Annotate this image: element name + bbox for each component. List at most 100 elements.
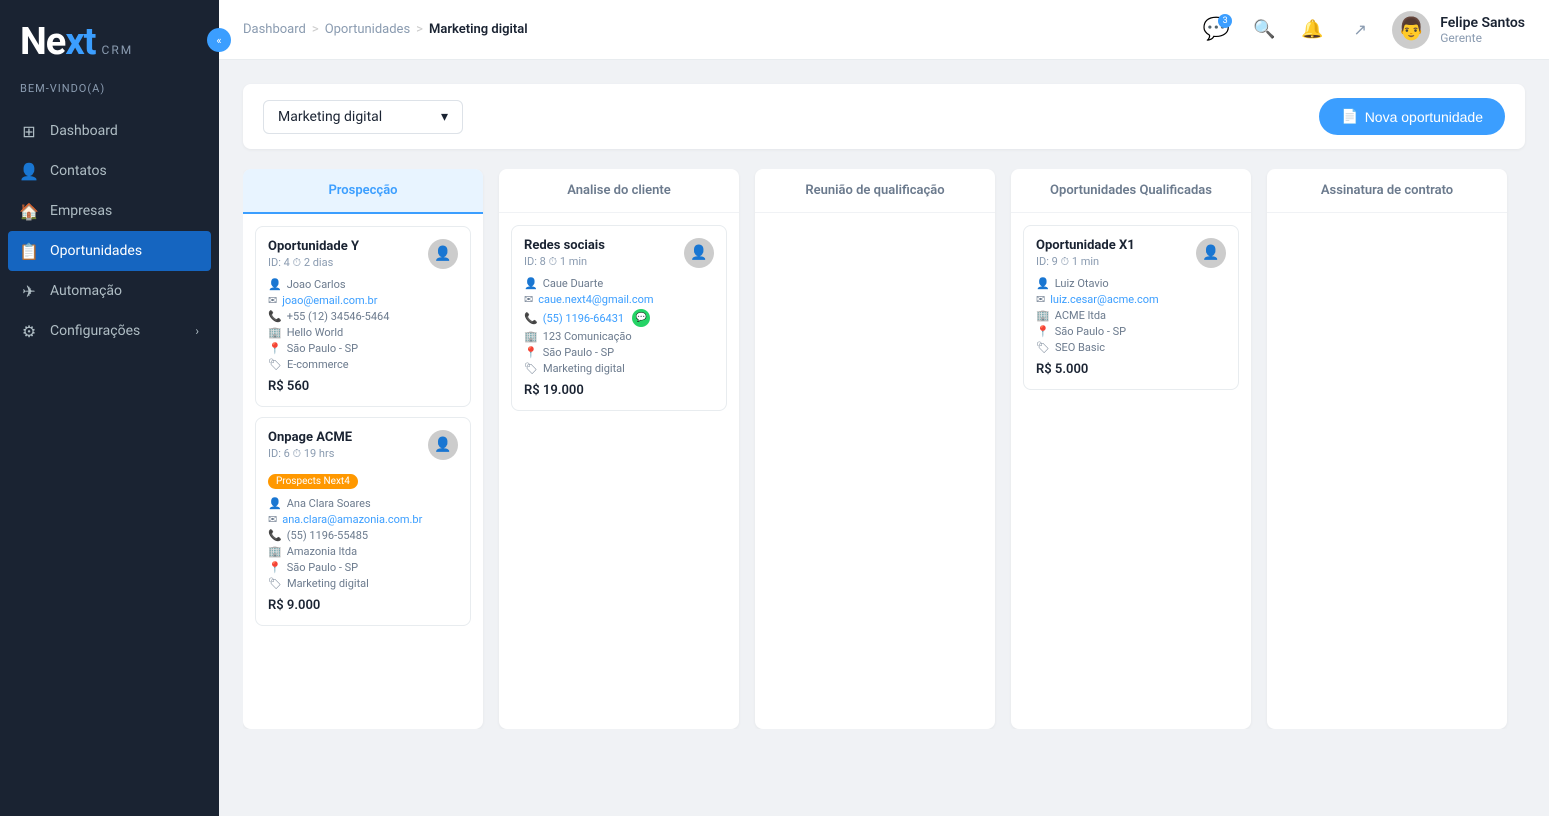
card-onpage-acme[interactable]: Onpage ACME ID: 6 ⏱ 19 hrs 👤 Prospects N… — [255, 417, 471, 626]
column-analise: Analise do cliente Redes sociais ID: 8 ⏱… — [499, 169, 739, 729]
card-email-link[interactable]: caue.next4@gmail.com — [538, 293, 653, 306]
pipeline-dropdown[interactable]: Marketing digital ▾ — [263, 100, 463, 134]
card-location-text: São Paulo - SP — [287, 342, 358, 355]
card-tag-text: Marketing digital — [287, 577, 369, 590]
card-id-text: ID: 9 ⏱ 1 min — [1036, 255, 1099, 269]
card-location: 📍 São Paulo - SP — [524, 346, 714, 359]
card-phone: 📞 +55 (12) 34546-5464 — [268, 310, 458, 323]
card-tag-field: 🏷 Marketing digital — [268, 577, 458, 590]
card-phone: 📞 (55) 1196-66431 💬 — [524, 309, 714, 327]
toolbar: Marketing digital ▾ 📄 Nova oportunidade — [243, 84, 1525, 149]
column-header-assinatura: Assinatura de contrato — [1267, 169, 1507, 213]
card-title-area: Oportunidade X1 ID: 9 ⏱ 1 min — [1036, 238, 1135, 269]
card-contact: 👤 Ana Clara Soares — [268, 497, 458, 510]
card-oportunidade-y[interactable]: Oportunidade Y ID: 4 ⏱ 2 dias 👤 👤 Joao C… — [255, 226, 471, 407]
breadcrumb-oportunidades[interactable]: Oportunidades — [325, 22, 410, 37]
card-badge-tag: Prospects Next4 — [268, 474, 358, 489]
phone-icon: 📞 — [524, 312, 538, 325]
main-area: Dashboard > Oportunidades > Marketing di… — [219, 0, 1549, 816]
card-avatar: 👤 — [684, 238, 714, 268]
oportunidades-icon: 📋 — [20, 242, 38, 260]
card-tag-text: SEO Basic — [1055, 341, 1105, 354]
email-icon: ✉ — [524, 293, 533, 306]
sidebar-item-label: Empresas — [50, 203, 112, 219]
breadcrumb-dashboard[interactable]: Dashboard — [243, 22, 306, 37]
location-icon: 📍 — [268, 342, 282, 355]
search-button[interactable]: 🔍 — [1248, 14, 1280, 46]
email-icon: ✉ — [1036, 293, 1045, 306]
card-location-text: São Paulo - SP — [1055, 325, 1126, 338]
card-oportunidade-x1[interactable]: Oportunidade X1 ID: 9 ⏱ 1 min 👤 👤 Luiz O… — [1023, 225, 1239, 390]
card-avatar: 👤 — [428, 430, 458, 460]
sidebar-item-oportunidades[interactable]: 📋 Oportunidades — [8, 231, 211, 271]
phone-icon: 📞 — [268, 529, 282, 542]
column-header-analise: Analise do cliente — [499, 169, 739, 213]
contact-icon: 👤 — [268, 497, 282, 510]
avatar: 👨 — [1392, 11, 1430, 49]
card-contact: 👤 Caue Duarte — [524, 277, 714, 290]
card-phone-text: +55 (12) 34546-5464 — [287, 310, 390, 323]
sidebar-item-dashboard[interactable]: ⊞ Dashboard — [0, 111, 219, 151]
card-company: 🏢 ACME ltda — [1036, 309, 1226, 322]
email-icon: ✉ — [268, 294, 277, 307]
contact-name: Caue Duarte — [543, 277, 603, 290]
company-icon: 🏢 — [1036, 309, 1050, 322]
card-location-text: São Paulo - SP — [287, 561, 358, 574]
sidebar-item-empresas[interactable]: 🏠 Empresas — [0, 191, 219, 231]
column-prospeccao: Prospecção Oportunidade Y ID: 4 ⏱ 2 dias… — [243, 169, 483, 729]
column-header-prospeccao: Prospecção — [243, 169, 483, 214]
empresas-icon: 🏠 — [20, 202, 38, 220]
card-title: Oportunidade X1 — [1036, 238, 1135, 253]
breadcrumb-sep2: > — [416, 22, 423, 37]
card-redes-sociais[interactable]: Redes sociais ID: 8 ⏱ 1 min 👤 👤 Caue Dua… — [511, 225, 727, 411]
company-icon: 🏢 — [524, 330, 538, 343]
contact-name: Joao Carlos — [287, 278, 346, 291]
column-body-prospeccao: Oportunidade Y ID: 4 ⏱ 2 dias 👤 👤 Joao C… — [243, 214, 483, 638]
card-tag-field: 🏷 E-commerce — [268, 358, 458, 371]
notifications-button[interactable]: 🔔 — [1296, 14, 1328, 46]
whatsapp-button[interactable]: 💬 3 — [1200, 14, 1232, 46]
column-reuniao: Reunião de qualificação — [755, 169, 995, 729]
card-id-text: ID: 4 ⏱ 2 dias — [268, 256, 333, 270]
contact-name: Luiz Otavio — [1055, 277, 1109, 290]
user-name: Felipe Santos — [1440, 15, 1525, 31]
user-profile[interactable]: 👨 Felipe Santos Gerente — [1392, 11, 1525, 49]
column-qualificadas: Oportunidades Qualificadas Oportunidade … — [1011, 169, 1251, 729]
chevron-down-icon: ▾ — [441, 109, 448, 125]
location-icon: 📍 — [268, 561, 282, 574]
sidebar-item-automacao[interactable]: ✈ Automação — [0, 271, 219, 311]
contact-name: Ana Clara Soares — [287, 497, 371, 510]
sidebar-item-configuracoes[interactable]: ⚙ Configurações › — [0, 311, 219, 351]
card-phone-text[interactable]: (55) 1196-66431 — [543, 312, 624, 325]
new-opportunity-button[interactable]: 📄 Nova oportunidade — [1319, 98, 1505, 135]
card-email-link[interactable]: ana.clara@amazonia.com.br — [282, 513, 422, 526]
column-assinatura: Assinatura de contrato — [1267, 169, 1507, 729]
sidebar: « Next CRM BEM-VINDO(A) ⊞ Dashboard 👤 Co… — [0, 0, 219, 816]
logo-area: Next CRM — [0, 0, 219, 74]
tag-icon: 🏷 — [1036, 341, 1050, 354]
card-email-link[interactable]: luiz.cesar@acme.com — [1050, 293, 1158, 306]
logo-text: Next — [20, 20, 96, 64]
card-price: R$ 19.000 — [524, 383, 714, 398]
card-header: Oportunidade Y ID: 4 ⏱ 2 dias 👤 — [268, 239, 458, 270]
sidebar-item-label: Dashboard — [50, 123, 118, 139]
email-icon: ✉ — [268, 513, 277, 526]
sidebar-item-contatos[interactable]: 👤 Contatos — [0, 151, 219, 191]
card-contact: 👤 Luiz Otavio — [1036, 277, 1226, 290]
whatsapp-badge-count: 3 — [1218, 14, 1232, 28]
file-icon: 📄 — [1341, 108, 1358, 125]
sidebar-toggle[interactable]: « — [207, 28, 231, 52]
card-email-link[interactable]: joao@email.com.br — [282, 294, 377, 307]
card-location: 📍 São Paulo - SP — [268, 561, 458, 574]
contact-icon: 👤 — [268, 278, 282, 291]
tag-icon: 🏷 — [268, 577, 282, 590]
card-id-text: ID: 6 ⏱ 19 hrs — [268, 447, 334, 461]
header-actions: 💬 3 🔍 🔔 ↗ 👨 Felipe Santos Gerente — [1200, 11, 1525, 49]
share-button[interactable]: ↗ — [1344, 14, 1376, 46]
card-price: R$ 5.000 — [1036, 362, 1226, 377]
automacao-icon: ✈ — [20, 282, 38, 300]
card-tag-text: E-commerce — [287, 358, 349, 371]
content-area: Marketing digital ▾ 📄 Nova oportunidade … — [219, 60, 1549, 816]
card-tag-text: Marketing digital — [543, 362, 625, 375]
card-header: Oportunidade X1 ID: 9 ⏱ 1 min 👤 — [1036, 238, 1226, 269]
